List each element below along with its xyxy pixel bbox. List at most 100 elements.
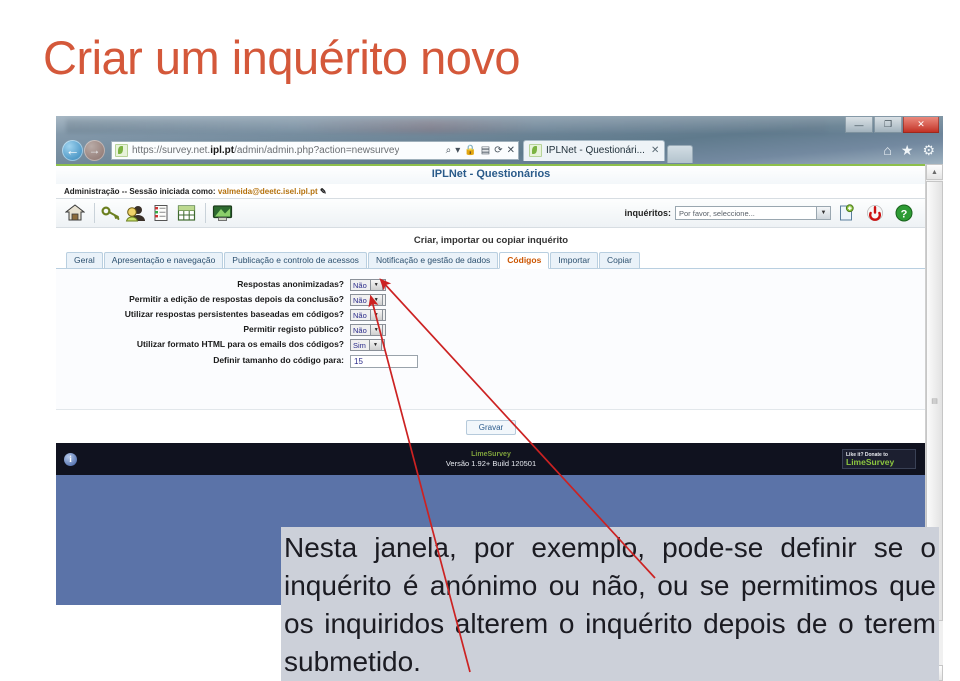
maximize-button[interactable]: ❐ <box>874 117 902 133</box>
select-value: Sim <box>353 340 366 350</box>
scroll-up-button[interactable]: ▲ <box>926 164 943 180</box>
field-control: 15 <box>350 355 418 368</box>
anonymized-select[interactable]: Não ▼ <box>350 279 386 291</box>
footer-product: LimeSurvey <box>471 451 511 458</box>
tab-codigos[interactable]: Códigos <box>499 252 550 269</box>
chevron-down-icon[interactable]: ▼ <box>369 309 383 321</box>
chevron-down-icon[interactable]: ▼ <box>369 324 383 336</box>
site-favicon-icon <box>115 143 128 157</box>
address-bar[interactable]: https://survey.net.ipl.pt/admin/admin.ph… <box>111 140 519 160</box>
new-tab-button[interactable] <box>667 145 694 163</box>
form-row: Definir tamanho do código para: 15 <box>56 355 926 368</box>
tab-publicacao[interactable]: Publicação e controlo de acessos <box>224 252 367 268</box>
search-icon[interactable]: ⌕ <box>446 145 452 156</box>
field-control: Sim ▼ <box>350 339 385 351</box>
key-icon[interactable] <box>100 202 122 224</box>
save-area: Gravar <box>56 409 926 443</box>
tab-favicon-icon <box>529 144 542 157</box>
window-controls: — ❐ ✕ <box>844 117 939 133</box>
refresh-icon[interactable]: ⟳ <box>494 145 502 156</box>
field-control: Não ▼ <box>350 279 386 291</box>
caption-text: Nesta janela, por exemplo, pode-se defin… <box>281 527 939 681</box>
form-area: Respostas anonimizadas? Não ▼ Permitir a… <box>56 269 926 409</box>
document-icon[interactable] <box>150 202 172 224</box>
help-icon[interactable]: ? <box>893 202 915 224</box>
footer-version: Versão 1.92+ Build 120501 <box>445 459 537 468</box>
select-value: Não <box>353 310 367 320</box>
titlebar-wallpaper-blur <box>66 119 826 133</box>
token-length-input[interactable]: 15 <box>350 355 418 368</box>
tab-close-icon[interactable]: ✕ <box>645 145 659 156</box>
edit-pencil-icon[interactable]: ✎ <box>320 187 327 196</box>
chevron-down-icon[interactable]: ▼ <box>369 279 383 291</box>
chevron-down-icon[interactable]: ▾ <box>455 145 460 156</box>
lock-icon: 🔒 <box>464 144 477 156</box>
users-icon[interactable] <box>125 202 147 224</box>
html-email-select[interactable]: Sim ▼ <box>350 339 385 351</box>
save-button[interactable]: Gravar <box>465 420 517 435</box>
tab-copiar[interactable]: Copiar <box>598 252 640 268</box>
survey-select-value: Por favor, seleccione... <box>679 208 755 218</box>
tab-importar[interactable]: Importar <box>550 252 598 268</box>
donate-badge[interactable]: Like it? Donate to LimeSurvey <box>842 449 916 469</box>
field-control: Não ▼ <box>350 324 386 336</box>
field-label: Permitir registo público? <box>243 324 344 334</box>
field-label: Permitir a edição de respostas depois da… <box>129 294 344 304</box>
tab-apresentacao[interactable]: Apresentação e navegação <box>103 252 224 268</box>
public-registration-select[interactable]: Não ▼ <box>350 324 386 336</box>
favorites-star-icon[interactable]: ★ <box>901 142 914 159</box>
survey-selector-group: inquéritos: Por favor, seleccione... ▼ ? <box>625 202 919 224</box>
field-label: Definir tamanho do código para: <box>213 355 344 365</box>
select-value: Não <box>353 325 367 335</box>
select-value: Não <box>353 295 367 305</box>
tab-notificacao[interactable]: Notificação e gestão de dados <box>367 252 499 268</box>
chevron-down-icon[interactable]: ▼ <box>816 207 830 219</box>
tab-title: IPLNet - Questionári... <box>546 145 645 156</box>
url-text: https://survey.net.ipl.pt/admin/admin.ph… <box>132 144 400 156</box>
field-label: Utilizar respostas persistentes baseadas… <box>124 309 344 319</box>
form-tabs: Geral Apresentação e navegação Publicaçã… <box>56 251 926 269</box>
address-bar-icons: ⌕ ▾ 🔒 ▤ ⟳ ✕ <box>446 145 515 156</box>
browser-toolbar-icons: ⌂ ★ ⚙ <box>883 142 935 159</box>
forward-icon[interactable]: → <box>84 139 105 161</box>
form-row: Utilizar formato HTML para os emails dos… <box>56 339 926 351</box>
field-label: Respostas anonimizadas? <box>237 279 344 289</box>
allow-edit-select[interactable]: Não ▼ <box>350 294 386 306</box>
field-control: Não ▼ <box>350 294 386 306</box>
minimize-button[interactable]: — <box>845 117 873 133</box>
compat-view-icon[interactable]: ▤ <box>481 145 490 156</box>
field-label: Utilizar formato HTML para os emails dos… <box>136 339 344 349</box>
browser-titlebar: — ❐ ✕ ← → https://survey.net.ipl.pt/admi… <box>56 116 943 164</box>
chevron-down-icon[interactable]: ▼ <box>369 294 383 306</box>
form-row: Permitir a edição de respostas depois da… <box>56 294 926 306</box>
persistent-answers-select[interactable]: Não ▼ <box>350 309 386 321</box>
power-icon[interactable] <box>864 202 886 224</box>
survey-select[interactable]: Por favor, seleccione... ▼ <box>675 206 831 220</box>
field-control: Não ▼ <box>350 309 386 321</box>
back-icon[interactable]: ← <box>62 139 83 161</box>
form-row: Utilizar respostas persistentes baseadas… <box>56 309 926 321</box>
display-icon[interactable] <box>211 202 233 224</box>
stop-icon[interactable]: ✕ <box>507 145 515 156</box>
table-icon[interactable] <box>175 202 197 224</box>
browser-nav-row: ← → https://survey.net.ipl.pt/admin/admi… <box>56 137 943 163</box>
admin-session-line: Administração -- Sessão iniciada como: v… <box>56 184 926 198</box>
home-icon[interactable]: ⌂ <box>883 142 891 159</box>
home-icon[interactable] <box>64 202 86 224</box>
survey-selector-label: inquéritos: <box>624 208 672 218</box>
new-survey-icon[interactable] <box>835 202 857 224</box>
form-row: Respostas anonimizadas? Não ▼ <box>56 279 926 291</box>
settings-gear-icon[interactable]: ⚙ <box>922 142 935 159</box>
donate-line-2: LimeSurvey <box>846 456 895 467</box>
footer-credits: LimeSurvey Versão 1.92+ Build 120501 <box>56 450 926 468</box>
toolbar-separator <box>94 203 95 223</box>
close-button[interactable]: ✕ <box>903 117 939 133</box>
tab-geral[interactable]: Geral <box>66 252 103 268</box>
app-toolbar: inquéritos: Por favor, seleccione... ▼ ? <box>56 198 926 228</box>
browser-tab[interactable]: IPLNet - Questionári... ✕ <box>523 139 666 161</box>
admin-session-user: valmeida@deetc.isel.ipl.pt <box>217 187 318 196</box>
form-row: Permitir registo público? Não ▼ <box>56 324 926 336</box>
admin-session-prefix: Administração -- Sessão iniciada como: <box>64 187 216 196</box>
chevron-down-icon[interactable]: ▼ <box>368 339 382 351</box>
app-footer: i LimeSurvey Versão 1.92+ Build 120501 L… <box>56 443 926 475</box>
